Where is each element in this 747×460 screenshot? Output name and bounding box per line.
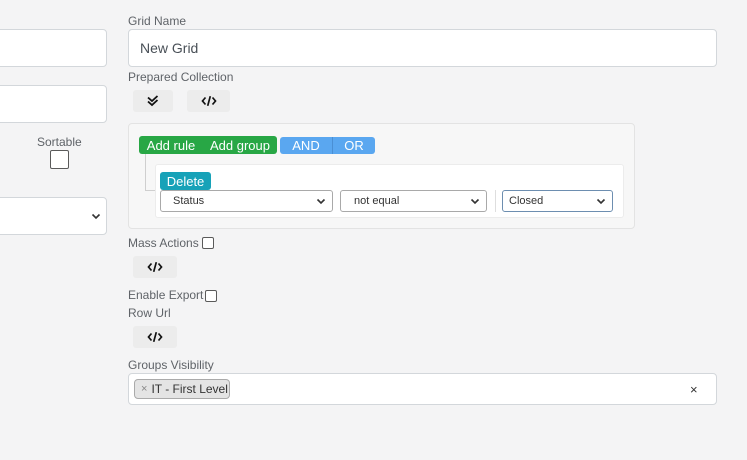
add-rule-button[interactable]: Add rule xyxy=(139,136,203,154)
group-tag: × IT - First Level xyxy=(134,379,230,399)
prepared-collection-label: Prepared Collection xyxy=(128,70,234,84)
add-group-button[interactable]: Add group xyxy=(203,136,277,154)
chevron-down-icon xyxy=(470,198,480,205)
mass-actions-label: Mass Actions xyxy=(128,236,199,250)
rule-field-value: Status xyxy=(173,195,205,207)
mass-actions-checkbox[interactable] xyxy=(202,237,214,249)
rule-divider xyxy=(495,190,496,212)
chevron-down-icon xyxy=(316,198,326,205)
chevron-down-icon xyxy=(596,198,606,205)
double-check-icon xyxy=(147,95,159,107)
rule-buttons-group: Add rule Add group xyxy=(139,136,277,154)
row-url-label: Row Url xyxy=(128,306,171,320)
rule-operator-value: not equal xyxy=(354,195,400,207)
code-icon xyxy=(200,95,217,107)
left-text-input-2[interactable] xyxy=(0,85,107,123)
chevron-down-icon xyxy=(91,213,101,220)
condition-toggle: AND OR xyxy=(280,137,375,154)
grid-name-label: Grid Name xyxy=(128,14,187,28)
grid-name-input[interactable]: New Grid xyxy=(128,29,717,67)
left-text-input-1[interactable] xyxy=(0,29,107,67)
code-icon xyxy=(147,331,163,343)
prepared-collection-check-button[interactable] xyxy=(133,90,173,112)
mass-actions-code-button[interactable] xyxy=(133,256,177,278)
groups-visibility-label: Groups Visibility xyxy=(128,358,214,372)
rule-value-value: Closed xyxy=(509,195,544,207)
and-button[interactable]: AND xyxy=(280,137,333,154)
clear-selection-icon[interactable]: × xyxy=(690,382,698,397)
prepared-collection-code-button[interactable] xyxy=(187,90,230,112)
row-url-code-button[interactable] xyxy=(133,326,177,348)
enable-export-checkbox[interactable] xyxy=(205,290,217,302)
or-button[interactable]: OR xyxy=(333,137,375,154)
left-select[interactable] xyxy=(0,197,107,235)
rule-operator-select[interactable]: not equal xyxy=(340,190,487,212)
code-icon xyxy=(147,261,163,273)
tree-connector-vertical xyxy=(145,154,146,190)
grid-name-value: New Grid xyxy=(140,40,199,56)
sortable-label: Sortable xyxy=(37,135,82,149)
sortable-checkbox[interactable] xyxy=(50,150,69,169)
group-tag-label: IT - First Level xyxy=(151,382,228,396)
rule-value-select[interactable]: Closed xyxy=(502,190,613,212)
enable-export-label: Enable Export xyxy=(128,288,204,302)
delete-rule-button[interactable]: Delete xyxy=(160,172,211,190)
rule-field-select[interactable]: Status xyxy=(160,190,333,212)
group-tag-remove-icon[interactable]: × xyxy=(141,383,147,395)
